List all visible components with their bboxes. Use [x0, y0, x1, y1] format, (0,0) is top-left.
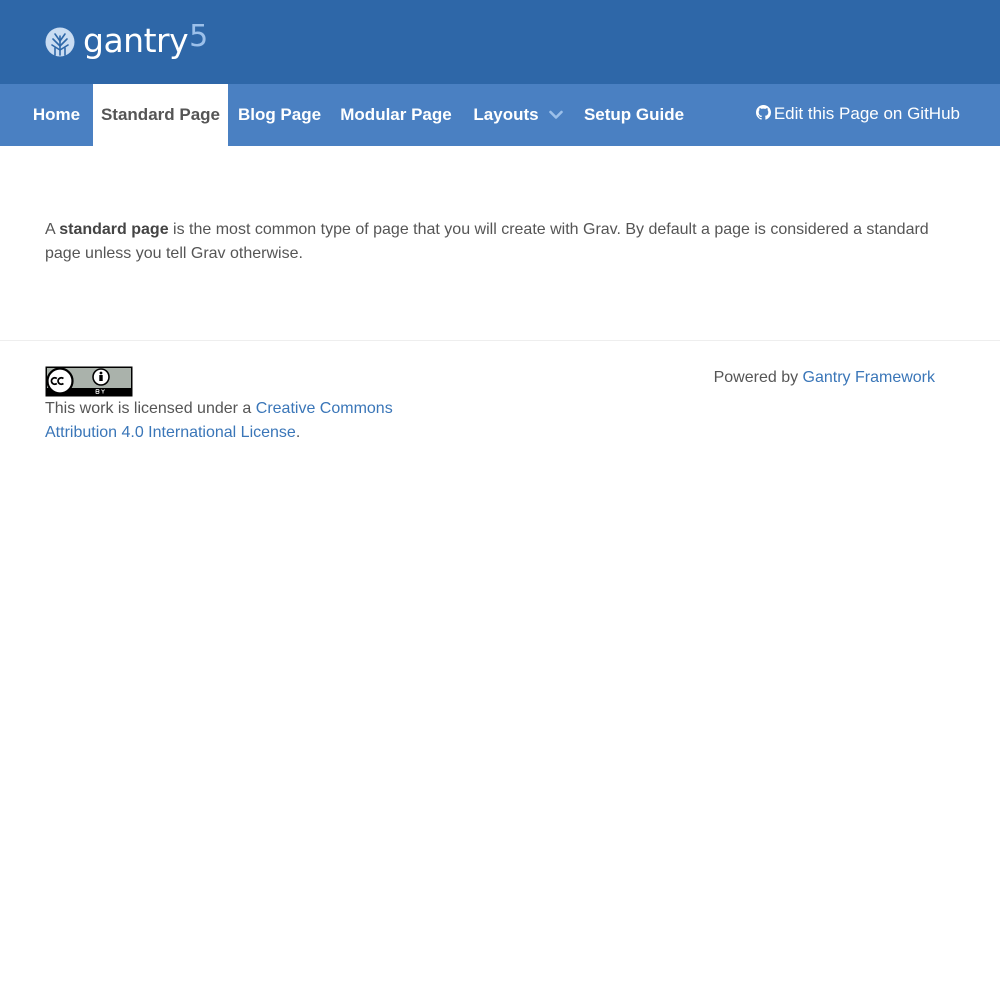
gantry-framework-link[interactable]: Gantry Framework [803, 369, 935, 386]
nav-item-setup-guide[interactable]: Setup Guide [575, 84, 693, 146]
main-content: A standard page is the most common type … [45, 218, 945, 266]
edit-on-github-link[interactable]: Edit this Page on GitHub [755, 84, 960, 146]
powered-by-prefix: Powered by [713, 369, 803, 386]
gantry-globe-icon [45, 27, 75, 57]
main-navigation: Home Standard Page Blog Page Modular Pag… [0, 84, 1000, 146]
nav-item-standard-page[interactable]: Standard Page [93, 84, 228, 146]
nav-item-layouts[interactable]: Layouts [461, 84, 575, 146]
license-prefix: This work is licensed under a [45, 400, 256, 417]
site-header: gantry5 [0, 0, 1000, 84]
footer-divider [0, 340, 1000, 341]
logo-wordmark: gantry5 [83, 19, 208, 60]
nav-item-label: Layouts [473, 105, 539, 124]
site-logo[interactable]: gantry5 [45, 19, 208, 62]
nav-item-home[interactable]: Home [20, 84, 93, 146]
logo-version-number: 5 [189, 19, 208, 54]
nav-item-label: Setup Guide [583, 105, 685, 124]
nav-item-blog-page[interactable]: Blog Page [229, 84, 330, 146]
intro-prefix: A [45, 221, 60, 238]
github-link-label: Edit this Page on GitHub [773, 104, 960, 123]
powered-by: Powered by Gantry Framework [714, 366, 935, 390]
nav-item-label: Standard Page [100, 105, 221, 124]
intro-bold-term: standard page [59, 221, 169, 238]
github-icon [755, 105, 771, 120]
nav-item-modular-page[interactable]: Modular Page [331, 84, 461, 146]
footer-license: This work is licensed under a Creative C… [45, 366, 445, 445]
nav-item-label: Modular Page [340, 105, 452, 124]
nav-item-label: Blog Page [237, 105, 322, 124]
chevron-down-icon [548, 110, 563, 119]
cc-by-badge-icon[interactable] [45, 366, 133, 397]
intro-paragraph: A standard page is the most common type … [45, 218, 945, 266]
license-text: This work is licensed under a Creative C… [45, 397, 445, 445]
nav-item-label: Home [32, 105, 81, 124]
license-suffix: . [295, 424, 301, 441]
intro-text: is the most common type of page that you… [45, 221, 929, 262]
